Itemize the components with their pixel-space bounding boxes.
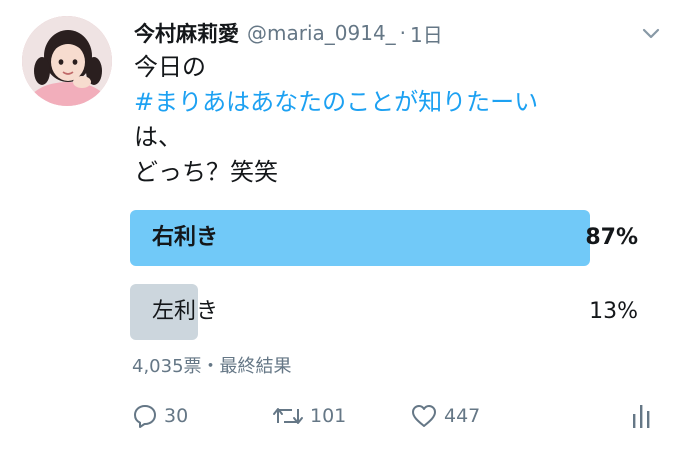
like-button[interactable]: 447 [410,396,480,436]
retweet-count: 101 [310,405,347,427]
separator-dot: · [399,21,407,45]
tweet-text-line: どっち？笑笑 [134,158,278,186]
avatar[interactable] [22,16,112,106]
analytics-button[interactable] [630,396,654,436]
poll-option-label: 右利き [152,225,219,250]
tweet-text-line: は、 [134,123,182,151]
like-count: 447 [444,405,481,427]
tweet-text: 今日の #まりあはあなたのことが知りたーい は、 どっち？笑笑 [134,50,538,190]
reply-icon [132,403,158,429]
reply-count: 30 [164,405,189,427]
tweet-text-line: 今日の [134,53,206,81]
poll-option-percent: 13% [589,299,638,324]
poll-option-percent: 87% [585,225,638,250]
tweet-actions: 30 101 447 [130,396,660,436]
poll-meta: 4,035票・最終結果 [132,356,292,377]
analytics-icon [630,402,654,430]
display-name[interactable]: 今村麻莉愛 [134,18,239,48]
poll-option-label: 左利き [152,299,219,324]
user-handle[interactable]: @maria_0914_ [247,21,396,45]
retweet-button[interactable]: 101 [272,396,346,436]
retweet-icon [272,403,304,429]
tweet-header: 今村麻莉愛 @maria_0914_ · 1日 [134,16,443,50]
heart-icon [410,403,438,429]
poll-option-left-handed: 左利き 13% [130,284,640,340]
hashtag-link[interactable]: #まりあはあなたのことが知りたーい [134,85,538,120]
reply-button[interactable]: 30 [132,396,188,436]
poll: 右利き 87% 左利き 13% [130,210,640,358]
chevron-down-icon[interactable] [640,22,662,44]
poll-option-right-handed: 右利き 87% [130,210,640,266]
timestamp[interactable]: 1日 [410,19,443,48]
tweet[interactable]: 今村麻莉愛 @maria_0914_ · 1日 今日の #まりあはあなたのことが… [0,0,680,452]
